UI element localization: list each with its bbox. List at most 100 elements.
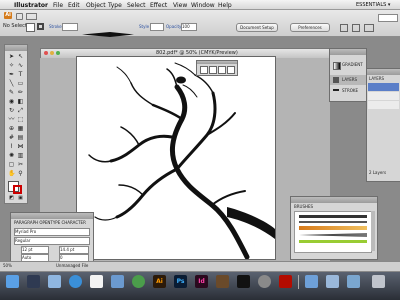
documents-icon[interactable] — [326, 275, 339, 288]
perspective-grid-tool-icon[interactable]: ▦ — [17, 125, 24, 132]
dashboard-icon[interactable] — [27, 275, 40, 288]
fill-swatch[interactable] — [26, 23, 35, 32]
opacity-field[interactable]: 100 — [181, 23, 197, 31]
font-family-field[interactable]: Myriad Pro — [14, 228, 90, 236]
paintbrush-tool-icon[interactable]: ✎ — [8, 89, 15, 96]
align-icon[interactable] — [340, 24, 348, 32]
brush-stroke-3[interactable] — [299, 226, 367, 230]
palette-option-3-icon[interactable] — [218, 66, 226, 74]
eyedropper-tool-icon[interactable]: ⌇ — [8, 143, 15, 150]
panel-menu-icon[interactable] — [364, 24, 374, 32]
trash-icon[interactable] — [372, 275, 385, 288]
acrobat-icon[interactable] — [279, 275, 292, 288]
search-field[interactable] — [378, 14, 398, 22]
menu-help[interactable]: Help — [218, 2, 232, 9]
indesign-icon[interactable]: Id — [195, 275, 208, 288]
menu-window[interactable]: Window — [191, 2, 215, 9]
floating-palette-header[interactable] — [197, 61, 237, 64]
transform-icon[interactable] — [352, 24, 360, 32]
safari-icon[interactable] — [69, 275, 82, 288]
free-transform-tool-icon[interactable]: ⬚ — [17, 116, 24, 123]
brushes-panel-header[interactable] — [291, 197, 377, 203]
magic-wand-tool-icon[interactable]: ✧ — [8, 62, 15, 69]
gradient-icon[interactable] — [333, 62, 341, 70]
brush-definition-dropdown[interactable] — [80, 23, 136, 37]
brush-stroke-1[interactable] — [299, 215, 367, 218]
palette-option-1-icon[interactable] — [200, 66, 208, 74]
illustrator-icon[interactable]: Ai — [153, 275, 166, 288]
menu-edit[interactable]: Edit — [68, 2, 80, 9]
direct-selection-tool-icon[interactable]: ↖ — [17, 53, 24, 60]
artboard[interactable] — [76, 56, 276, 260]
menu-object[interactable]: Object — [86, 2, 106, 9]
layers-panel-header[interactable] — [367, 69, 400, 75]
bird-shape[interactable] — [176, 76, 186, 84]
status-info[interactable]: Unmanaged File — [56, 264, 88, 268]
blob-brush-tool-icon[interactable]: ◉ — [8, 98, 15, 105]
rectangle-tool-icon[interactable]: ▭ — [17, 80, 24, 87]
menu-effect[interactable]: Effect — [150, 2, 167, 9]
system-prefs-icon[interactable] — [258, 275, 271, 288]
ical-icon[interactable] — [90, 275, 103, 288]
palette-option-2-icon[interactable] — [209, 66, 217, 74]
stroke-swatch[interactable] — [37, 23, 44, 30]
slice-tool-icon[interactable]: ✂ — [17, 161, 24, 168]
blend-tool-icon[interactable]: ⋈ — [17, 143, 24, 150]
character-panel-header[interactable] — [11, 213, 93, 219]
line-tool-icon[interactable]: ╲ — [8, 80, 15, 87]
type-tool-icon[interactable]: T — [17, 71, 24, 78]
preview-icon[interactable] — [111, 275, 124, 288]
font-size-field[interactable]: 12 pt — [21, 246, 49, 254]
rotate-tool-icon[interactable]: ↻ — [8, 107, 15, 114]
selection-tool-icon[interactable]: ➤ — [8, 53, 15, 60]
mesh-tool-icon[interactable]: # — [8, 134, 15, 141]
menu-type[interactable]: Type — [108, 2, 122, 9]
layer-row[interactable] — [368, 101, 399, 109]
itunes-icon[interactable] — [132, 275, 145, 288]
downloads-icon[interactable] — [347, 275, 360, 288]
finder-icon[interactable] — [6, 275, 19, 288]
pencil-tool-icon[interactable]: ✏ — [17, 89, 24, 96]
menu-select[interactable]: Select — [127, 2, 146, 9]
lasso-tool-icon[interactable]: ∿ — [17, 62, 24, 69]
app-menu[interactable]: Illustrator — [14, 2, 48, 9]
palette-option-4-icon[interactable] — [227, 66, 235, 74]
terminal-icon[interactable] — [237, 275, 250, 288]
scale-tool-icon[interactable]: ⤢ — [17, 107, 24, 114]
character-panel-tabs[interactable]: PARAGRAPH OPENTYPE CHARACTER — [14, 221, 86, 225]
brush-stroke-4[interactable] — [299, 233, 367, 237]
symbol-sprayer-tool-icon[interactable]: ✺ — [8, 152, 15, 159]
document-setup-button[interactable]: Document Setup — [236, 23, 278, 32]
warp-tool-icon[interactable]: 〰 — [8, 116, 15, 123]
screen-mode-icon[interactable]: ▣ — [17, 195, 24, 202]
zoom-tool-icon[interactable]: ⚲ — [17, 170, 24, 177]
brushes-scrollbar[interactable] — [371, 211, 375, 251]
zoom-level[interactable]: 50% — [3, 264, 12, 268]
layer-row[interactable] — [368, 83, 399, 91]
tools-panel-header[interactable] — [5, 45, 27, 51]
brush-list[interactable] — [294, 211, 372, 253]
stroke-weight-field[interactable] — [62, 23, 78, 31]
column-graph-tool-icon[interactable]: ▥ — [17, 152, 24, 159]
opacity-label[interactable]: Opacity — [166, 25, 181, 29]
gradient-panel-tab[interactable]: GRADIENT — [342, 63, 363, 67]
font-style-field[interactable]: Regular — [14, 237, 90, 245]
menu-view[interactable]: View — [173, 2, 187, 9]
artboard-tool-icon[interactable]: ▢ — [8, 161, 15, 168]
eraser-tool-icon[interactable]: ◧ — [17, 98, 24, 105]
pen-tool-icon[interactable]: ✒ — [8, 71, 15, 78]
stroke-color-icon[interactable] — [13, 185, 22, 194]
photoshop-icon[interactable]: Ps — [174, 275, 187, 288]
workspace-switcher[interactable]: ESSENTIALS ▾ — [356, 2, 390, 8]
gradient-tool-icon[interactable]: ▤ — [17, 134, 24, 141]
layer-row[interactable] — [368, 92, 399, 100]
bridge-icon[interactable] — [216, 275, 229, 288]
bridge-icon[interactable] — [16, 13, 23, 20]
layers-tab-row[interactable]: LAYERS — [330, 75, 366, 85]
mail-icon[interactable] — [48, 275, 61, 288]
hand-tool-icon[interactable]: ✋ — [8, 170, 15, 177]
shape-builder-tool-icon[interactable]: ⊕ — [8, 125, 15, 132]
stroke-label[interactable]: Stroke — [49, 25, 62, 29]
stroke-icon[interactable] — [333, 89, 339, 95]
menu-file[interactable]: File — [53, 2, 63, 9]
